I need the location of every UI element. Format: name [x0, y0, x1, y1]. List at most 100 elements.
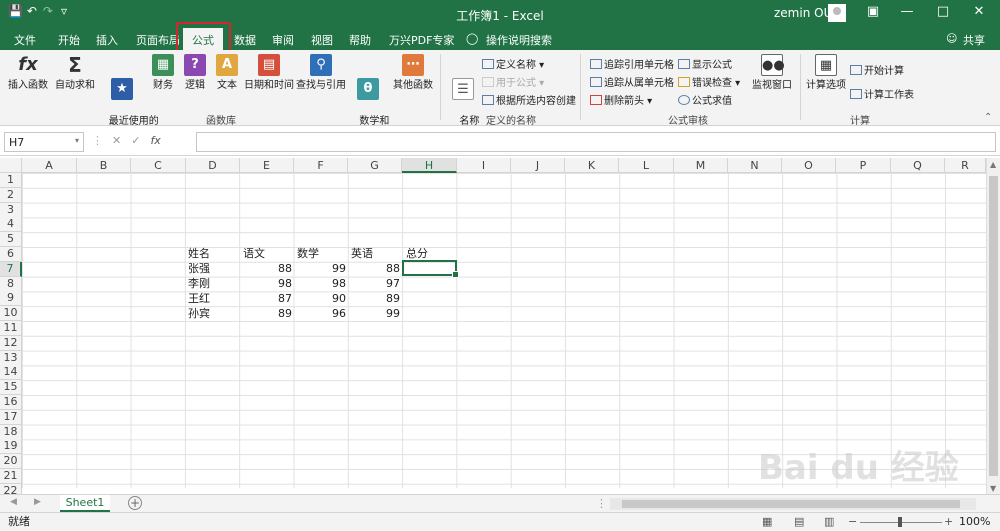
row-header-2[interactable]: 2: [0, 187, 22, 203]
calculation-options-button[interactable]: ▦ 计算选项: [804, 54, 848, 92]
cell-english[interactable]: 88: [348, 261, 402, 276]
zoom-level[interactable]: 100%: [959, 513, 990, 531]
cell-math[interactable]: 99: [294, 261, 348, 276]
cell-math[interactable]: 98: [294, 276, 348, 291]
cancel-icon[interactable]: ✕: [112, 134, 131, 147]
tab-split-handle[interactable]: ⋮: [596, 497, 607, 510]
column-header-m[interactable]: M: [674, 158, 728, 173]
tab-pdf-expert[interactable]: 万兴PDF专家: [389, 32, 454, 48]
cell-name[interactable]: 王红: [186, 291, 212, 306]
maximize-icon[interactable]: □: [932, 4, 954, 19]
cell-chinese[interactable]: 88: [240, 261, 294, 276]
date-time-button[interactable]: ▤ 日期和时间: [244, 54, 294, 92]
column-header-c[interactable]: C: [131, 158, 186, 173]
cell-english[interactable]: 97: [348, 276, 402, 291]
cell-name[interactable]: 孙宾: [186, 306, 212, 321]
minimize-icon[interactable]: —: [896, 4, 918, 19]
avatar[interactable]: [828, 4, 846, 22]
lookup-reference-button[interactable]: ⚲ 查找与引用: [296, 54, 346, 92]
row-header-1[interactable]: 1: [0, 173, 22, 188]
tab-view[interactable]: 视图: [311, 32, 333, 48]
enter-icon[interactable]: ✓: [131, 134, 150, 147]
row-header-19[interactable]: 19: [0, 439, 22, 455]
user-name[interactable]: zemin OU: [774, 6, 832, 20]
tab-insert[interactable]: 插入: [96, 32, 118, 48]
zoom-out-icon[interactable]: −: [848, 513, 857, 531]
tell-me-search[interactable]: 操作说明搜索: [486, 32, 552, 48]
row-header-21[interactable]: 21: [0, 469, 22, 484]
share-button[interactable]: 共享: [963, 32, 985, 48]
zoom-slider-handle[interactable]: [898, 517, 902, 527]
row-header-11[interactable]: 11: [0, 321, 22, 336]
insert-function-button[interactable]: fx 插入函数: [6, 54, 50, 92]
cell-chinese[interactable]: 98: [240, 276, 294, 291]
normal-view-icon[interactable]: ▦: [762, 513, 772, 531]
row-header-18[interactable]: 18: [0, 424, 22, 440]
collapse-ribbon-icon[interactable]: ⌃: [984, 112, 992, 123]
next-sheet-icon[interactable]: ▶: [34, 497, 41, 507]
error-checking-button[interactable]: 错误检查 ▾: [678, 74, 740, 89]
column-header-q[interactable]: Q: [891, 158, 945, 173]
column-header-k[interactable]: K: [565, 158, 619, 173]
page-break-view-icon[interactable]: ▥: [824, 513, 834, 531]
scroll-down-icon[interactable]: ▼: [990, 484, 996, 493]
header-math[interactable]: 数学: [295, 246, 321, 261]
prev-sheet-icon[interactable]: ◀: [10, 497, 17, 507]
sheet-tab[interactable]: Sheet1: [60, 495, 110, 512]
row-header-5[interactable]: 5: [0, 232, 22, 248]
row-header-17[interactable]: 17: [0, 409, 22, 425]
row-header-10[interactable]: 10: [0, 306, 22, 322]
header-total[interactable]: 总分: [404, 246, 430, 261]
add-sheet-icon[interactable]: +: [128, 496, 142, 510]
column-header-d[interactable]: D: [186, 158, 240, 173]
column-header-h[interactable]: H: [402, 158, 457, 173]
column-header-n[interactable]: N: [728, 158, 782, 173]
more-functions-button[interactable]: ⋯ 其他函数: [392, 54, 434, 92]
row-header-6[interactable]: 6: [0, 247, 22, 262]
column-header-a[interactable]: A: [22, 158, 77, 173]
page-layout-view-icon[interactable]: ▤: [794, 513, 804, 531]
row-header-15[interactable]: 15: [0, 380, 22, 396]
header-chinese[interactable]: 语文: [241, 246, 267, 261]
column-header-i[interactable]: I: [457, 158, 511, 173]
column-header-r[interactable]: R: [945, 158, 986, 173]
header-name[interactable]: 姓名: [186, 246, 212, 261]
define-name-button[interactable]: 定义名称 ▾: [482, 56, 544, 71]
cell-chinese[interactable]: 89: [240, 306, 294, 321]
cell-math[interactable]: 90: [294, 291, 348, 306]
text-button[interactable]: A 文本: [214, 54, 240, 92]
row-header-9[interactable]: 9: [0, 291, 22, 307]
tab-home[interactable]: 开始: [58, 32, 80, 48]
name-box[interactable]: H7 ▾: [4, 132, 84, 152]
close-icon[interactable]: ✕: [968, 4, 990, 19]
fx-insert-icon[interactable]: fx: [150, 134, 160, 147]
row-header-7[interactable]: 7: [0, 261, 22, 277]
financial-button[interactable]: ▦ 财务: [150, 54, 176, 92]
scroll-up-icon[interactable]: ▲: [990, 160, 996, 169]
vertical-scroll-thumb[interactable]: [989, 176, 998, 476]
column-header-g[interactable]: G: [348, 158, 402, 173]
cell-name[interactable]: 张强: [186, 261, 212, 276]
cell-name[interactable]: 李刚: [186, 276, 212, 291]
tab-help[interactable]: 帮助: [349, 32, 371, 48]
row-header-8[interactable]: 8: [0, 276, 22, 292]
cell-chinese[interactable]: 87: [240, 291, 294, 306]
row-header-12[interactable]: 12: [0, 335, 22, 351]
column-header-p[interactable]: P: [836, 158, 891, 173]
trace-dependents-button[interactable]: 追踪从属单元格: [590, 74, 674, 89]
column-header-l[interactable]: L: [619, 158, 674, 173]
horizontal-scrollbar[interactable]: [610, 498, 976, 510]
logical-button[interactable]: ? 逻辑: [182, 54, 208, 92]
column-header-j[interactable]: J: [511, 158, 565, 173]
remove-arrows-button[interactable]: 删除箭头 ▾: [590, 92, 652, 107]
ribbon-display-icon[interactable]: ▣: [862, 4, 884, 19]
evaluate-formula-button[interactable]: 公式求值: [678, 92, 732, 107]
header-english[interactable]: 英语: [349, 246, 375, 261]
cell-math[interactable]: 96: [294, 306, 348, 321]
select-all-corner[interactable]: [0, 158, 22, 173]
formula-input[interactable]: [196, 132, 996, 152]
calculate-now-button[interactable]: 开始计算: [850, 62, 904, 77]
active-cell-h7[interactable]: [402, 260, 459, 278]
tab-file[interactable]: 文件: [14, 32, 36, 48]
row-header-14[interactable]: 14: [0, 365, 22, 381]
